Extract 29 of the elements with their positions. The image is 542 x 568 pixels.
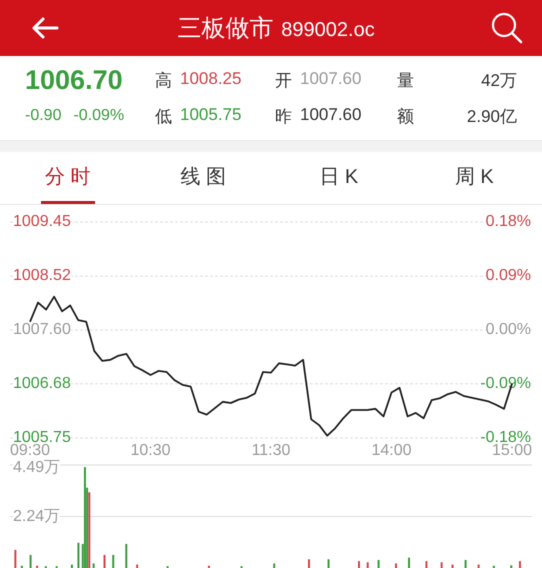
search-icon[interactable] — [490, 11, 524, 45]
stock-name: 三板做市 — [177, 14, 274, 44]
time-axis-label: 09:30 — [10, 443, 50, 459]
stat-label: 昨 — [275, 106, 292, 128]
stock-code: 899002.oc — [281, 19, 375, 42]
stat-label: 额 — [397, 106, 414, 128]
stat-value: 1008.25 — [180, 68, 242, 90]
stat-value: 2.90亿 — [466, 106, 517, 128]
chart-tab[interactable]: 线 图 — [176, 152, 230, 204]
stat-value: 1005.75 — [180, 104, 242, 126]
chart-tab[interactable]: 日 K — [315, 152, 362, 204]
volume-axis-label: 2.24万 — [13, 508, 60, 524]
stat-value: 1007.60 — [300, 68, 362, 90]
stat-label: 低 — [155, 106, 172, 128]
volume-axis-label: 4.49万 — [13, 460, 60, 476]
time-axis-label: 15:00 — [492, 443, 532, 459]
time-axis-label: 10:30 — [130, 443, 170, 459]
time-axis-label: 11:30 — [251, 443, 291, 459]
current-price: 1006.70 — [25, 64, 124, 96]
stat-label: 开 — [275, 70, 292, 92]
stat-label: 高 — [155, 70, 172, 92]
chart-tab[interactable]: 周 K — [450, 152, 498, 204]
stat-value: 42万 — [481, 70, 517, 92]
time-axis-label: 14:00 — [372, 443, 412, 459]
percent-change: -0.09% — [73, 107, 124, 125]
chart-tab[interactable]: 分 时 — [40, 152, 95, 204]
stat-value: 1007.60 — [300, 104, 362, 126]
stat-label: 量 — [397, 70, 414, 92]
price-change: -0.90 — [25, 107, 62, 125]
